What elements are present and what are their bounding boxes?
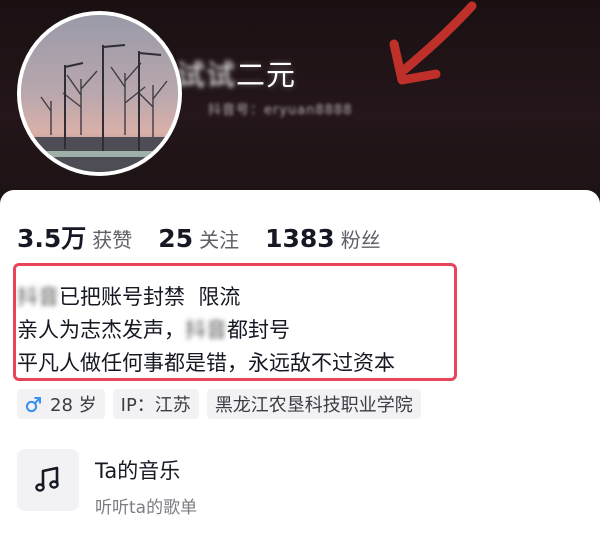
bio-line-3-text: 平凡人做任何事都是错，永远敌不过资本 xyxy=(17,351,395,375)
male-icon xyxy=(25,396,42,413)
bio-line-2: 亲人为志杰发声，抖音都封号 xyxy=(17,314,290,344)
tag-school[interactable]: 黑龙江农垦科技职业学院 xyxy=(206,389,421,419)
nickname-blurred: 试试 xyxy=(176,58,237,92)
bio-line-2-post: 都封号 xyxy=(227,318,290,342)
avatar[interactable] xyxy=(17,11,182,176)
bio-line-3: 平凡人做任何事都是错，永远敌不过资本 xyxy=(17,347,395,377)
stat-likes-value: 3.5万 xyxy=(17,224,87,253)
music-title: Ta的音乐 xyxy=(95,459,181,483)
music-icon-box xyxy=(17,449,79,511)
stat-followers[interactable]: 1383 粉丝 xyxy=(265,224,381,253)
bio-line-1: 抖音已把账号封禁 限流 xyxy=(17,281,240,311)
stat-followers-value: 1383 xyxy=(265,224,335,253)
tag-age: 28 岁 xyxy=(17,389,105,419)
music-entry[interactable]: Ta的音乐 听听ta的歌单 xyxy=(17,449,197,518)
bio-blurred-word: 抖音 xyxy=(185,318,227,342)
nickname-visible: 二元 xyxy=(236,58,297,92)
music-subtitle: 听听ta的歌单 xyxy=(95,498,198,518)
music-note-icon xyxy=(35,466,59,492)
tag-ip-label: IP：江苏 xyxy=(120,395,191,416)
stat-following-value: 25 xyxy=(158,224,194,253)
avatar-image xyxy=(21,15,178,172)
stat-following-label: 关注 xyxy=(199,228,240,252)
account-id[interactable]: 抖音号：eryuan8888 xyxy=(208,99,353,118)
stat-likes[interactable]: 3.5万 获赞 xyxy=(17,219,132,255)
bio-line-1-text: 已把账号封禁 限流 xyxy=(59,285,241,309)
stats-row: 3.5万 获赞 25 关注 1383 粉丝 xyxy=(17,219,407,255)
tag-age-label: 28 岁 xyxy=(50,395,97,416)
stat-followers-label: 粉丝 xyxy=(340,228,381,252)
bio-line-2-pre: 亲人为志杰发声， xyxy=(17,318,185,342)
stat-likes-label: 获赞 xyxy=(92,228,133,252)
bio-blurred-word: 抖音 xyxy=(17,285,59,309)
profile-tags: 28 岁 IP：江苏 黑龙江农垦科技职业学院 xyxy=(17,389,429,419)
stat-following[interactable]: 25 关注 xyxy=(158,224,239,253)
tag-school-label: 黑龙江农垦科技职业学院 xyxy=(214,395,413,416)
red-arrow-annotation xyxy=(389,1,477,85)
tag-ip: IP：江苏 xyxy=(112,389,199,419)
music-text: Ta的音乐 听听ta的歌单 xyxy=(95,449,197,518)
nickname: 试试二元 xyxy=(176,52,296,94)
